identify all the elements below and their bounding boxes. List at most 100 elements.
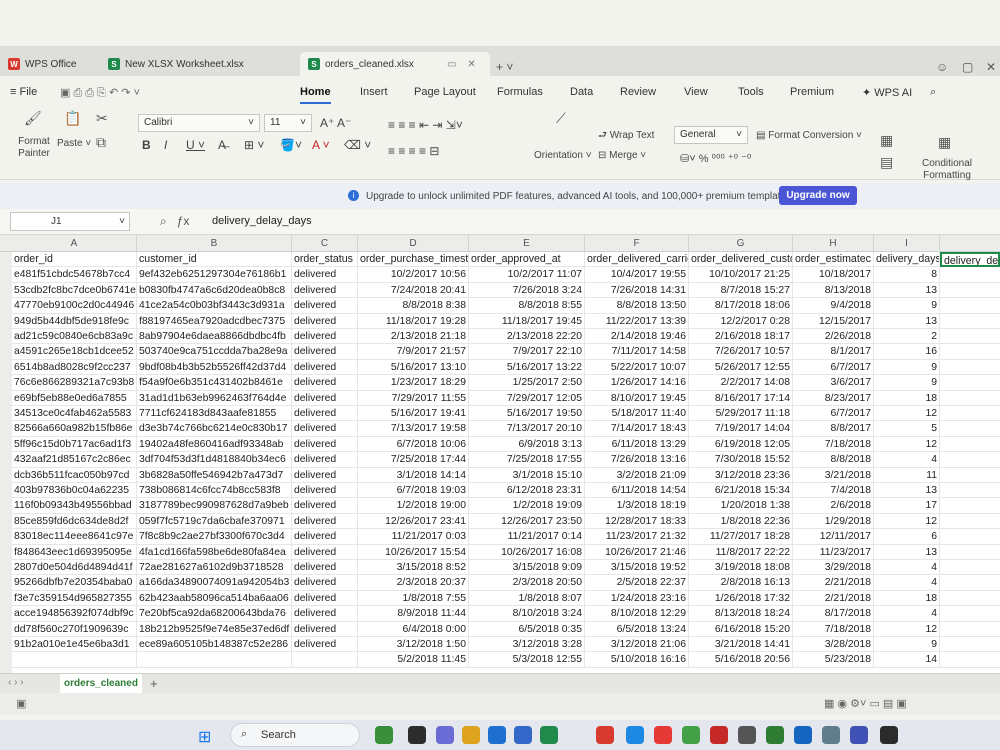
cell[interactable]: 9/4/2018	[793, 298, 874, 314]
cell[interactable]: 18	[874, 590, 940, 607]
menu-view[interactable]: View	[684, 86, 708, 98]
copy-icon[interactable]: ⧉	[96, 134, 106, 151]
name-box[interactable]: J1 ˅	[10, 212, 130, 231]
cell[interactable]: 4	[874, 452, 940, 468]
upgrade-now-button[interactable]: Upgrade now	[779, 186, 857, 205]
cell[interactable]: 10/26/2017 16:08	[469, 544, 585, 560]
view-mode-icons[interactable]: ▦ ◉ ⚙˅ ▭ ▤ ▣	[824, 697, 907, 710]
cell[interactable]: 18	[874, 390, 940, 406]
cell[interactable]: 8/1/2017	[793, 344, 874, 360]
cell[interactable]: a166da34890074091a942054b3	[137, 575, 292, 591]
cell[interactable]: 6/16/2018 15:20	[689, 621, 793, 637]
cell[interactable]: 91b2a010e1e45e6ba3d1	[12, 637, 137, 653]
align-horizontal-icons[interactable]: ≡ ≡ ≡ ≡ ⊟	[388, 144, 439, 158]
cell[interactable]: 7/26/2018 14:31	[585, 282, 689, 299]
store-icon[interactable]	[514, 726, 532, 744]
cell[interactable]: 62b423aab58096ca514ba6aa06	[137, 590, 292, 607]
vscode-icon[interactable]	[794, 726, 812, 744]
number-format-icons[interactable]: ⛁˅ % ⁰⁰⁰ ⁺⁰ ⁻⁰	[680, 152, 751, 165]
cell[interactable]: 8/7/2018 15:27	[689, 282, 793, 299]
cell[interactable]: 1/24/2018 23:16	[585, 590, 689, 607]
cell[interactable]: 34513ce0c4fab462a5583	[12, 406, 137, 422]
cell[interactable]: 13	[874, 282, 940, 299]
cell[interactable]: delivered	[292, 575, 358, 591]
cell[interactable]: 8/17/2018	[793, 606, 874, 622]
cell[interactable]: 9bdf08b4b3b52b5526ff42d37d4	[137, 359, 292, 376]
cell[interactable]: 3/21/2018 14:41	[689, 637, 793, 653]
cell[interactable]: 059f7fc5719c7da6cbafe370971	[137, 513, 292, 530]
paste-icon[interactable]: 📋	[64, 110, 81, 127]
edge-icon[interactable]	[488, 726, 506, 744]
cell[interactable]: delivered	[292, 467, 358, 483]
cell[interactable]: 11/18/2017 19:45	[469, 313, 585, 329]
cell[interactable]: 8/8/2018	[793, 452, 874, 468]
cell[interactable]: 7/4/2018	[793, 483, 874, 499]
cell[interactable]: 10/2/2017 10:56	[358, 267, 469, 283]
cell[interactable]: order_delivered_custo	[689, 252, 793, 268]
cell[interactable]: 82566a660a982b15fb86e	[12, 421, 137, 437]
chrome-icon[interactable]	[682, 726, 700, 744]
cell[interactable]: 3df704f53d3f1d4818840b34ec6	[137, 452, 292, 468]
cell[interactable]: 10/10/2017 21:25	[689, 267, 793, 283]
cell[interactable]: 6/7/2018 19:03	[358, 483, 469, 499]
quick-access-icons[interactable]: ▣ ⎙ ⎙ ⎘ ↶ ↷ ˅	[60, 86, 140, 100]
cell[interactable]: 7/14/2017 18:43	[585, 421, 689, 437]
cell[interactable]: 2/21/2018	[793, 590, 874, 607]
cell[interactable]: order_delivered_carrie	[585, 252, 689, 268]
cell[interactable]: 95266dbfb7e20354baba0	[12, 575, 137, 591]
cell[interactable]: 6/12/2018 23:31	[469, 483, 585, 499]
cell[interactable]: 6/7/2017	[793, 406, 874, 422]
cell[interactable]: 2/8/2018 16:13	[689, 575, 793, 591]
underline-icon[interactable]: U ˅	[186, 138, 205, 152]
cell[interactable]: 5	[874, 421, 940, 437]
cell[interactable]: 6/7/2018 10:06	[358, 436, 469, 453]
spreadsheet-grid[interactable]: ABCDEFGHI order_id customer_id order_statu…	[0, 235, 1000, 673]
cell[interactable]: 12/26/2017 23:41	[358, 513, 469, 530]
column-header[interactable]: H	[793, 235, 874, 252]
column-header[interactable]: G	[689, 235, 793, 252]
cell[interactable]: 7/13/2017 20:10	[469, 421, 585, 437]
cell[interactable]: 5/16/2017 13:22	[469, 359, 585, 376]
cell[interactable]: delivered	[292, 329, 358, 345]
cell[interactable]: 5/16/2018 20:56	[689, 652, 793, 668]
cell[interactable]: 9	[874, 637, 940, 653]
cell[interactable]: 9	[874, 359, 940, 376]
cell[interactable]: 12/2/2017 0:28	[689, 313, 793, 329]
app-icon[interactable]	[626, 726, 644, 744]
cell[interactable]: 1/2/2018 19:00	[358, 498, 469, 514]
clear-icon[interactable]: ⌫ ˅	[344, 138, 371, 152]
chat-icon[interactable]	[436, 726, 454, 744]
cell[interactable]: 11/22/2017 13:39	[585, 313, 689, 329]
cell[interactable]: 10/26/2017 15:54	[358, 544, 469, 560]
cell[interactable]: 13	[874, 483, 940, 499]
account-icon[interactable]: ☺	[936, 60, 948, 74]
cell[interactable]: order_estimatec	[793, 252, 874, 268]
cell[interactable]: 41ce2a54c0b03bf3443c3d931a	[137, 298, 292, 314]
cell[interactable]: delivered	[292, 344, 358, 360]
cell[interactable]: 12	[874, 436, 940, 453]
menu-wps-ai[interactable]: ✦ WPS AI	[862, 86, 912, 99]
cell[interactable]: 6/5/2018 13:24	[585, 621, 689, 637]
cell[interactable]: 12/26/2017 23:50	[469, 513, 585, 530]
cell[interactable]: d3e3b74c766bc6214e0c830b17	[137, 421, 292, 437]
cell[interactable]: 5/18/2017 11:40	[585, 406, 689, 422]
cell[interactable]: delivered	[292, 313, 358, 329]
cell[interactable]: 2/21/2018	[793, 575, 874, 591]
cell[interactable]: 3/15/2018 9:09	[469, 560, 585, 576]
cell[interactable]: 3187789bec990987628d7a9beb	[137, 498, 292, 514]
cell[interactable]: delivery_days	[874, 252, 940, 268]
cell[interactable]: delivered	[292, 282, 358, 299]
cell[interactable]: 2/16/2018 18:17	[689, 329, 793, 345]
bold-icon[interactable]: B	[142, 138, 151, 152]
cell[interactable]: 2	[874, 329, 940, 345]
cell[interactable]: 1/20/2018 1:38	[689, 498, 793, 514]
column-header[interactable]: A	[12, 235, 137, 252]
cell[interactable]: 2/3/2018 20:50	[469, 575, 585, 591]
cell[interactable]: delivered	[292, 452, 358, 468]
cell[interactable]: 2/14/2018 19:46	[585, 329, 689, 345]
cell[interactable]: 7f8c8b9c2ae27bf3300f670c3d4	[137, 529, 292, 545]
conditional-formatting-icon[interactable]: ▦	[938, 134, 951, 151]
cell[interactable]: 738b086814c6fcc74b8cc583f8	[137, 483, 292, 499]
taskview-icon[interactable]	[408, 726, 426, 744]
cell[interactable]: 503740e9ca751ccdda7ba28e9a	[137, 344, 292, 360]
